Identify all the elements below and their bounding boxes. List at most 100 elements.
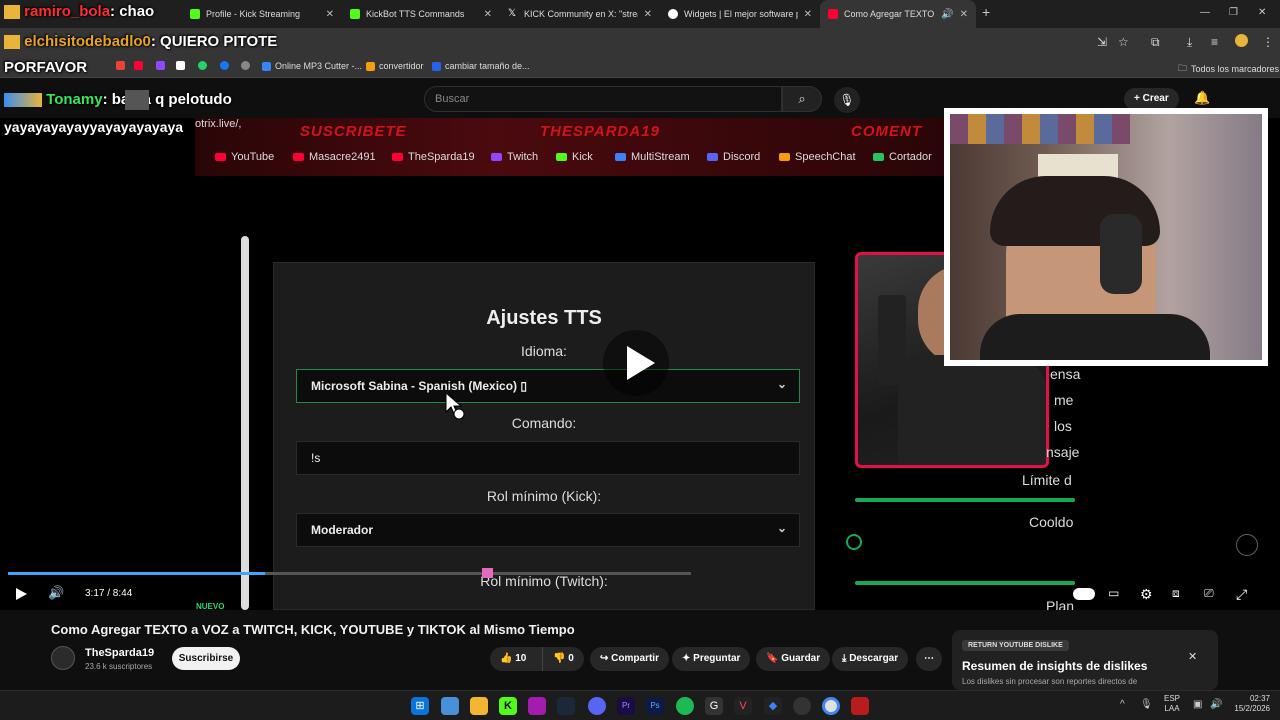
- gmail-bookmark[interactable]: [116, 61, 125, 70]
- tab-youtube-active[interactable]: Como Agregar TEXTO a VO 🔊 ✕: [820, 0, 976, 28]
- tab-x-kick-community[interactable]: 𝕏 KICK Community en X: "stream ✕: [500, 0, 660, 28]
- play-icon[interactable]: [14, 587, 28, 601]
- steam-icon[interactable]: [557, 697, 575, 715]
- search-input[interactable]: Buscar: [424, 86, 782, 112]
- close-icon[interactable]: ✕: [960, 9, 968, 20]
- reading-list-icon[interactable]: ≡: [1211, 35, 1218, 49]
- network-icon[interactable]: ▣: [1193, 699, 1202, 710]
- notifications-bell-icon[interactable]: 🔔: [1194, 90, 1210, 106]
- close-window-button[interactable]: ✕: [1258, 7, 1266, 18]
- extensions-icon[interactable]: ⧉: [1151, 35, 1160, 50]
- windows-start-icon[interactable]: ⊞: [411, 697, 429, 715]
- kick-icon: [190, 9, 200, 19]
- link-cortador: Cortador: [873, 151, 932, 163]
- download-button[interactable]: ⤓ Descargar: [832, 647, 909, 671]
- close-icon[interactable]: ✕: [1188, 650, 1197, 663]
- app-icon[interactable]: G: [705, 697, 723, 715]
- file-explorer-icon[interactable]: [470, 697, 488, 715]
- close-icon[interactable]: ✕: [326, 9, 334, 20]
- miniplayer-icon[interactable]: ⧈: [1172, 586, 1180, 601]
- close-icon[interactable]: ✕: [484, 9, 492, 20]
- bookmark-mp3-cutter[interactable]: Online MP3 Cutter -...: [262, 61, 362, 71]
- bookmark-convertidor[interactable]: convertidor: [366, 61, 424, 71]
- share-button[interactable]: ↪ Compartir: [590, 647, 669, 671]
- photoshop-icon[interactable]: Ps: [646, 697, 664, 715]
- twitch-bookmark[interactable]: [156, 61, 165, 70]
- channel-name[interactable]: TheSparda19: [85, 647, 154, 659]
- bookmark-cambiar-tamano[interactable]: cambiar tamaño de...: [432, 61, 530, 71]
- progress-scrubber[interactable]: [482, 568, 493, 578]
- chat-message: PORFAVOR: [4, 59, 88, 76]
- widgets-icon: [668, 9, 678, 19]
- microphone-icon: 🎙: [839, 93, 855, 107]
- app-icon[interactable]: ◆: [764, 697, 782, 715]
- app-icon[interactable]: [793, 697, 811, 715]
- rol-kick-select: Moderador ⌄: [296, 513, 800, 547]
- premiere-icon[interactable]: Pr: [617, 697, 635, 715]
- sparkle-icon: ✦: [682, 653, 691, 664]
- more-actions-button[interactable]: ⋯: [916, 647, 942, 671]
- downloads-icon[interactable]: ⤓: [1187, 35, 1192, 50]
- facebook-bookmark[interactable]: [220, 61, 229, 70]
- speaker-icon[interactable]: 🔊: [941, 9, 953, 20]
- cast-icon[interactable]: ⎚: [1204, 586, 1214, 601]
- x-bookmark[interactable]: [176, 61, 185, 70]
- globe-bookmark[interactable]: [241, 61, 250, 70]
- spotify-icon[interactable]: [676, 697, 694, 715]
- close-icon[interactable]: ✕: [644, 9, 652, 20]
- tray-chevron-icon[interactable]: ^: [1120, 699, 1125, 710]
- ask-button[interactable]: ✦ Preguntar: [672, 647, 751, 671]
- headset-graphic: [1100, 214, 1142, 294]
- create-button[interactable]: + Crear: [1124, 88, 1179, 110]
- restore-button[interactable]: ❐: [1229, 7, 1238, 18]
- close-icon[interactable]: ✕: [804, 9, 812, 20]
- thumbs-up-icon: 👍: [500, 653, 513, 664]
- app-icon[interactable]: [528, 697, 546, 715]
- tab-kick-profile[interactable]: Profile - Kick Streaming ✕: [182, 0, 342, 28]
- bookmark-star-icon[interactable]: ☆: [1118, 35, 1129, 49]
- tab-kickbot[interactable]: KickBot TTS Commands ✕: [342, 0, 500, 28]
- discord-icon[interactable]: [588, 697, 606, 715]
- search-button[interactable]: ⌕: [782, 86, 822, 112]
- notepad-icon[interactable]: [441, 697, 459, 715]
- chat-message: : QUIERO PITOTE: [150, 33, 278, 50]
- save-button[interactable]: 🔖 Guardar: [756, 647, 831, 671]
- youtube-bookmark[interactable]: [134, 61, 143, 70]
- new-tab-button[interactable]: +: [982, 4, 990, 20]
- subscribe-button[interactable]: Suscribirse: [172, 647, 240, 670]
- fullscreen-icon[interactable]: ⤢: [1236, 586, 1247, 603]
- chrome-icon[interactable]: [822, 697, 840, 715]
- autoplay-toggle[interactable]: [1073, 588, 1095, 600]
- chat-username: ramiro_bola: [24, 3, 111, 20]
- microphone-tray-icon[interactable]: 🎙: [1140, 699, 1153, 710]
- idioma-select: Microsoft Sabina - Spanish (Mexico) ▯ ⌄: [296, 369, 800, 403]
- link-multistream: MultiStream: [615, 151, 690, 163]
- voice-search-button[interactable]: 🎙: [834, 87, 860, 113]
- streamer-facecam: [944, 108, 1268, 366]
- volume-icon[interactable]: 🔊: [48, 585, 64, 601]
- kick-app-icon[interactable]: K: [499, 697, 517, 715]
- app-icon[interactable]: [851, 697, 869, 715]
- chat-line: yayayayayayyayayayayaya: [4, 119, 183, 135]
- channel-avatar[interactable]: [51, 646, 75, 670]
- person-shirt: [898, 355, 1046, 465]
- center-play-button[interactable]: [603, 330, 669, 396]
- menu-icon[interactable]: ⋮: [1262, 35, 1274, 49]
- clock[interactable]: 02:37 15/2/2026: [1228, 694, 1270, 714]
- valorant-icon[interactable]: V: [734, 697, 752, 715]
- settings-gear-icon[interactable]: ⚙: [1140, 586, 1153, 603]
- like-button[interactable]: 👍 10: [490, 647, 542, 671]
- minimize-button[interactable]: —: [1200, 7, 1210, 18]
- comando-label: Comando:: [511, 415, 577, 431]
- volume-tray-icon[interactable]: 🔊: [1210, 699, 1222, 710]
- all-bookmarks-folder[interactable]: 🗀 Todos los marcadores: [1178, 61, 1279, 77]
- search-icon: ⌕: [798, 91, 806, 106]
- input-language[interactable]: ESP LAA: [1164, 694, 1180, 714]
- dislike-button[interactable]: 👎 0: [542, 647, 584, 671]
- profile-avatar[interactable]: [1235, 34, 1248, 47]
- tab-widgets[interactable]: Widgets | El mejor software par ✕: [660, 0, 820, 28]
- install-icon[interactable]: ⇲: [1097, 35, 1107, 49]
- subtitles-icon[interactable]: ▭: [1108, 586, 1119, 600]
- whatsapp-bookmark[interactable]: [198, 61, 207, 70]
- video-scrollbar: [241, 236, 249, 610]
